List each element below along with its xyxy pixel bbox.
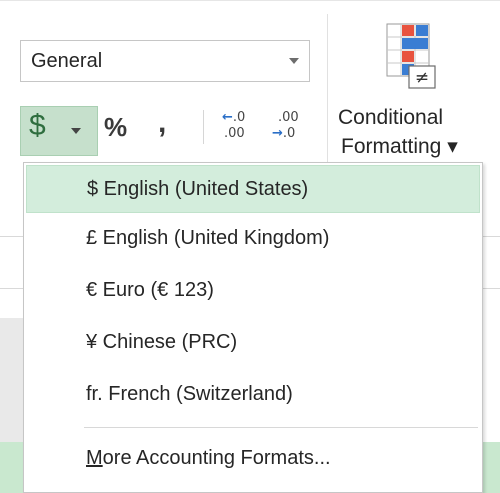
sheet-gridline — [483, 236, 500, 237]
menu-item-label: ¥ Chinese (PRC) — [86, 331, 238, 353]
increase-decimal-top: .0 — [232, 110, 246, 125]
conditional-formatting-label[interactable]: Conditional — [338, 106, 443, 130]
menu-item-label: $ English (United States) — [87, 178, 309, 200]
arrow-right-icon: → — [272, 126, 283, 141]
arrow-left-icon: ← — [222, 110, 233, 125]
group-divider — [327, 14, 328, 164]
chevron-down-icon[interactable] — [289, 58, 299, 64]
decrease-decimal-bottom: .0 — [282, 126, 296, 141]
menu-item-label: fr. French (Switzerland) — [86, 383, 293, 405]
accounting-format-button[interactable]: $ — [20, 106, 98, 156]
conditional-formatting-line2: Formatting — [341, 135, 442, 158]
sheet-gridline — [483, 288, 500, 289]
menu-item-eur[interactable]: € Euro (€ 123) — [26, 267, 480, 315]
menu-item-chf[interactable]: fr. French (Switzerland) — [26, 371, 480, 419]
increase-decimal-button[interactable]: ←.0 .00 — [214, 110, 248, 146]
chevron-down-icon[interactable]: ▾ — [447, 135, 458, 158]
menu-item-label: € Euro (€ 123) — [86, 279, 214, 301]
conditional-formatting-icon[interactable]: ≠ — [385, 22, 443, 92]
decrease-decimal-button[interactable]: .00 →.0 — [270, 110, 304, 146]
menu-item-label: £ English (United Kingdom) — [86, 227, 330, 249]
menu-item-usd[interactable]: $ English (United States) — [26, 165, 480, 213]
increase-decimal-bottom: .00 — [224, 126, 245, 141]
ribbon-top-border — [0, 0, 500, 1]
menu-item-cny[interactable]: ¥ Chinese (PRC) — [26, 319, 480, 367]
svg-text:≠: ≠ — [415, 68, 429, 88]
comma-style-button[interactable]: , — [158, 106, 166, 140]
more-accounting-formats-item[interactable]: More Accounting Formats... — [26, 435, 480, 483]
dollar-icon: $ — [29, 109, 46, 142]
menu-item-gbp[interactable]: £ English (United Kingdom) — [26, 215, 480, 263]
toolbar-separator — [203, 110, 204, 144]
menu-separator — [84, 427, 478, 428]
menu-item-text: ore Accounting Formats... — [102, 447, 331, 469]
sheet-gridline — [0, 288, 23, 289]
conditional-formatting-label-2[interactable]: Formatting ▾ — [341, 134, 458, 160]
accounting-format-menu: $ English (United States) £ English (Uni… — [23, 162, 483, 493]
sheet-gridline — [0, 236, 23, 237]
number-format-value: General — [31, 50, 103, 72]
decrease-decimal-top: .00 — [278, 110, 299, 125]
accelerator-key: M — [86, 447, 103, 469]
number-format-combo[interactable]: General — [20, 40, 310, 82]
chevron-down-icon[interactable] — [71, 128, 81, 134]
percent-style-button[interactable]: % — [104, 112, 127, 143]
menu-item-label: More Accounting Formats... — [86, 447, 331, 470]
